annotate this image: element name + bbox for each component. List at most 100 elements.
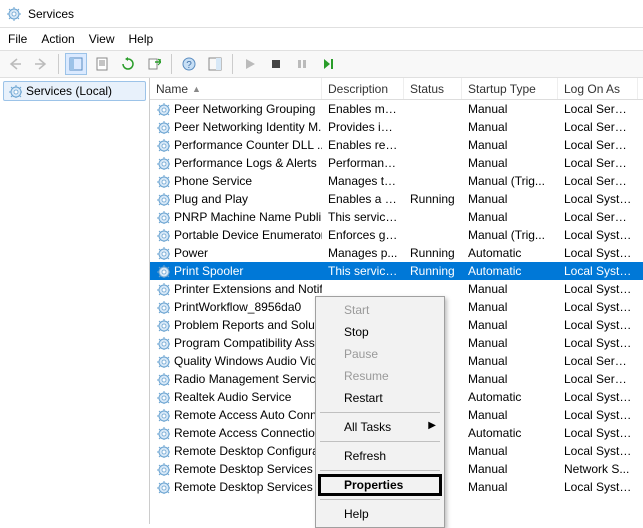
context-menu: Start Stop Pause Resume Restart All Task… (315, 296, 445, 528)
service-log-on-as: Local Service (558, 138, 638, 152)
ctx-stop[interactable]: Stop (318, 321, 442, 343)
ctx-pause[interactable]: Pause (318, 343, 442, 365)
service-name: Power (174, 246, 208, 260)
toolbar: ? (0, 50, 643, 78)
column-header-name[interactable]: Name▲ (150, 78, 322, 99)
restart-service-button[interactable] (317, 53, 339, 75)
service-name: Performance Counter DLL ... (174, 138, 322, 152)
sidebar-item-services-local[interactable]: Services (Local) (3, 81, 146, 101)
service-name: Portable Device Enumerator... (174, 228, 322, 242)
service-startup-type: Manual (462, 372, 558, 386)
service-log-on-as: Local Syste... (558, 192, 638, 206)
refresh-button[interactable] (117, 53, 139, 75)
submenu-arrow-icon: ▶ (428, 420, 436, 431)
service-startup-type: Manual (462, 192, 558, 206)
service-log-on-as: Local Syste... (558, 264, 638, 278)
service-description: Manages th... (322, 174, 404, 188)
back-button[interactable] (4, 53, 26, 75)
service-description: Enables mul... (322, 102, 404, 116)
service-row[interactable]: PNRP Machine Name Publi...This service .… (150, 208, 643, 226)
properties-toolbar-button[interactable] (91, 53, 113, 75)
menu-help[interactable]: Help (129, 32, 154, 46)
service-startup-type: Automatic (462, 246, 558, 260)
column-header-log-on-as[interactable]: Log On As (558, 78, 638, 99)
service-log-on-as: Local Syste... (558, 282, 638, 296)
service-startup-type: Manual (462, 282, 558, 296)
ctx-restart[interactable]: Restart (318, 387, 442, 409)
export-button[interactable] (143, 53, 165, 75)
forward-button[interactable] (30, 53, 52, 75)
help-toolbar-button[interactable]: ? (178, 53, 200, 75)
menu-action[interactable]: Action (41, 32, 74, 46)
column-header-status[interactable]: Status (404, 78, 462, 99)
stop-service-button[interactable] (265, 53, 287, 75)
sidebar-item-label: Services (Local) (26, 84, 112, 98)
service-name: Remote Desktop Services (174, 462, 313, 476)
show-hide-tree-button[interactable] (65, 53, 87, 75)
service-row[interactable]: Phone ServiceManages th...Manual (Trig..… (150, 172, 643, 190)
ctx-resume[interactable]: Resume (318, 365, 442, 387)
service-log-on-as: Local Service (558, 372, 638, 386)
service-log-on-as: Local Syste... (558, 300, 638, 314)
service-startup-type: Manual (462, 444, 558, 458)
menu-view[interactable]: View (89, 32, 115, 46)
action-pane-button[interactable] (204, 53, 226, 75)
gear-icon (156, 372, 170, 386)
gear-icon (156, 192, 170, 206)
gear-icon (156, 210, 170, 224)
gear-icon (156, 390, 170, 404)
gear-icon (156, 156, 170, 170)
service-startup-type: Manual (462, 480, 558, 494)
ctx-all-tasks[interactable]: All Tasks▶ (318, 416, 442, 438)
service-description: Enables a c... (322, 192, 404, 206)
service-log-on-as: Local Service (558, 210, 638, 224)
service-row[interactable]: Performance Counter DLL ...Enables rem..… (150, 136, 643, 154)
service-description: This service ... (322, 264, 404, 278)
pause-service-button[interactable] (291, 53, 313, 75)
service-startup-type: Manual (462, 210, 558, 224)
gear-icon (156, 246, 170, 260)
column-headers: Name▲ Description Status Startup Type Lo… (150, 78, 643, 100)
service-row[interactable]: Peer Networking Identity M...Provides id… (150, 118, 643, 136)
service-row[interactable]: Print SpoolerThis service ...RunningAuto… (150, 262, 643, 280)
gear-icon (156, 318, 170, 332)
gear-icon (156, 174, 170, 188)
service-row[interactable]: Peer Networking GroupingEnables mul...Ma… (150, 100, 643, 118)
title-bar: Services (0, 0, 643, 28)
service-startup-type: Manual (462, 408, 558, 422)
gear-icon (156, 138, 170, 152)
service-row[interactable]: Plug and PlayEnables a c...RunningManual… (150, 190, 643, 208)
ctx-refresh[interactable]: Refresh (318, 445, 442, 467)
gear-icon (156, 480, 170, 494)
sidebar: Services (Local) (0, 78, 150, 524)
service-status: Running (404, 264, 462, 278)
service-startup-type: Manual (462, 462, 558, 476)
ctx-help[interactable]: Help (318, 503, 442, 525)
service-name: Phone Service (174, 174, 252, 188)
service-row[interactable]: Portable Device Enumerator...Enforces gr… (150, 226, 643, 244)
column-header-description[interactable]: Description (322, 78, 404, 99)
service-log-on-as: Local Syste... (558, 336, 638, 350)
gear-icon (156, 336, 170, 350)
service-row[interactable]: Performance Logs & AlertsPerformanc...Ma… (150, 154, 643, 172)
ctx-start[interactable]: Start (318, 299, 442, 321)
menu-file[interactable]: File (8, 32, 27, 46)
service-log-on-as: Local Syste... (558, 426, 638, 440)
service-description: Enables rem... (322, 138, 404, 152)
column-header-startup-type[interactable]: Startup Type (462, 78, 558, 99)
service-log-on-as: Local Service (558, 156, 638, 170)
service-log-on-as: Local Syste... (558, 246, 638, 260)
start-service-button[interactable] (239, 53, 261, 75)
service-startup-type: Manual (462, 318, 558, 332)
service-name: PrintWorkflow_8956da0 (174, 300, 301, 314)
service-row[interactable]: PowerManages p...RunningAutomaticLocal S… (150, 244, 643, 262)
service-name: Problem Reports and Soluti... (174, 318, 322, 332)
service-description: Performanc... (322, 156, 404, 170)
ctx-separator (320, 412, 440, 413)
gear-icon (156, 282, 170, 296)
ctx-properties[interactable]: Properties (318, 474, 442, 496)
service-startup-type: Automatic (462, 390, 558, 404)
gear-icon (156, 264, 170, 278)
app-gear-icon (6, 6, 22, 22)
service-name: Performance Logs & Alerts (174, 156, 317, 170)
